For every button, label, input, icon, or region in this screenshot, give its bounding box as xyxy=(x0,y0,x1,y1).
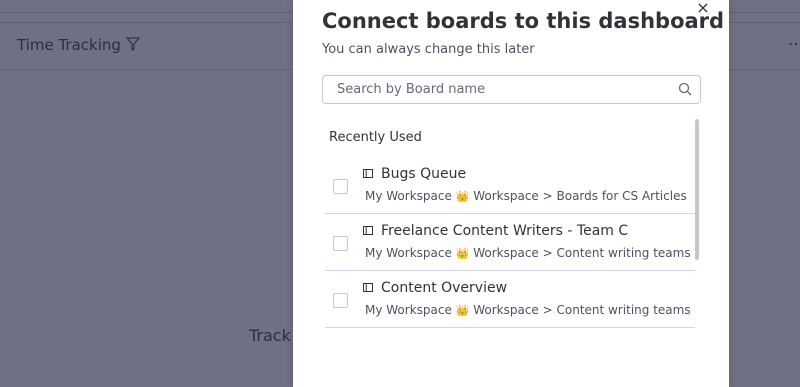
connect-boards-modal: × Connect boards to this dashboard You c… xyxy=(293,0,729,387)
widget-body-text: Track xyxy=(249,326,291,345)
search-icon[interactable] xyxy=(678,82,692,96)
modal-subtitle: You can always change this later xyxy=(322,42,535,57)
board-path: My Workspace 👑 Workspace > Content writi… xyxy=(365,246,691,260)
board-path: My Workspace 👑 Workspace > Boards for CS… xyxy=(365,189,687,203)
board-icon xyxy=(363,283,373,292)
crown-icon: 👑 xyxy=(455,304,470,317)
crown-icon: 👑 xyxy=(455,247,470,260)
widget-title[interactable]: Time Tracking xyxy=(17,36,121,54)
more-options-icon[interactable]: … xyxy=(788,30,800,49)
board-icon xyxy=(363,169,373,178)
search-box[interactable] xyxy=(322,75,701,104)
board-path: My Workspace 👑 Workspace > Content writi… xyxy=(365,303,691,317)
modal-title: Connect boards to this dashboard xyxy=(322,9,725,33)
board-name: Freelance Content Writers - Team C xyxy=(381,223,629,239)
list-item[interactable]: Content Overview My Workspace 👑 Workspac… xyxy=(325,271,695,328)
board-list: Bugs Queue My Workspace 👑 Workspace > Bo… xyxy=(325,157,695,328)
board-name: Bugs Queue xyxy=(381,166,467,182)
crown-icon: 👑 xyxy=(455,190,470,203)
list-scrollbar[interactable] xyxy=(695,119,699,260)
board-checkbox[interactable] xyxy=(333,293,348,308)
list-item[interactable]: Freelance Content Writers - Team C My Wo… xyxy=(325,214,695,271)
board-icon xyxy=(363,226,373,235)
board-checkbox[interactable] xyxy=(333,236,348,251)
board-name: Content Overview xyxy=(381,280,508,296)
board-checkbox[interactable] xyxy=(333,179,348,194)
list-item[interactable]: Bugs Queue My Workspace 👑 Workspace > Bo… xyxy=(325,157,695,214)
filter-icon[interactable] xyxy=(126,37,140,51)
recently-used-label: Recently Used xyxy=(329,130,422,145)
search-input[interactable] xyxy=(337,80,667,99)
